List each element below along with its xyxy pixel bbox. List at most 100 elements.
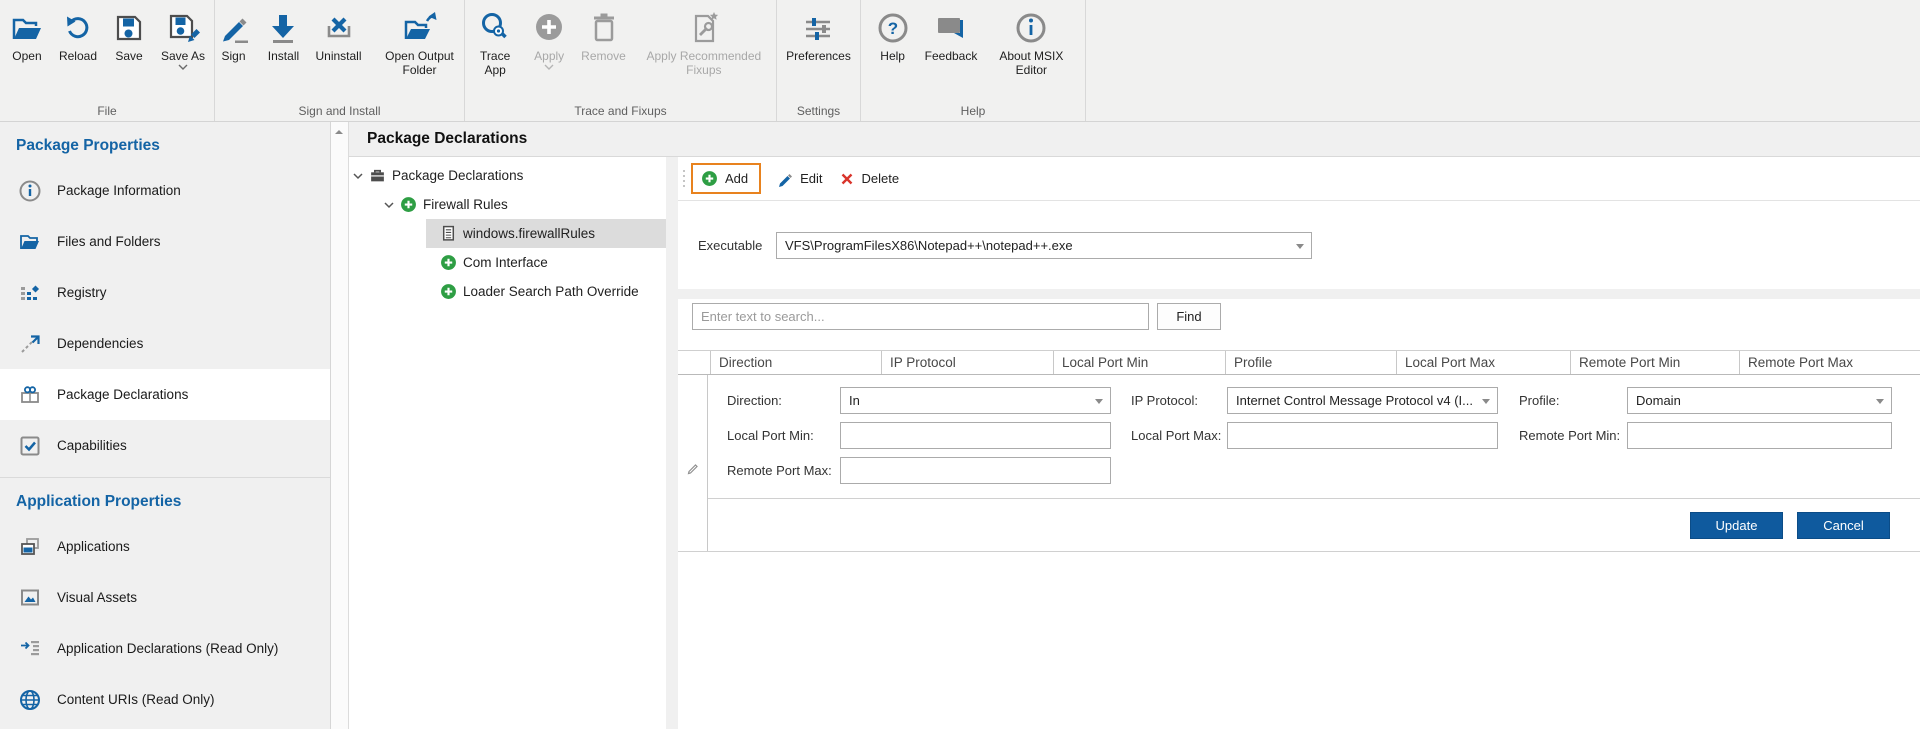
local-port-max-label: Local Port Max: (1131, 428, 1227, 443)
combo-arrow-icon (1296, 244, 1304, 249)
remove-button[interactable]: Remove (576, 8, 631, 63)
combo-arrow-icon (1876, 399, 1884, 404)
folder-icon (18, 230, 42, 254)
sidebar-item-application-declarations[interactable]: Application Declarations (Read Only) (0, 623, 330, 674)
column-header-direction[interactable]: Direction (710, 351, 881, 374)
delete-button[interactable]: Delete (839, 171, 900, 187)
group-label-trace-fixups: Trace and Fixups (465, 104, 776, 118)
document-icon (440, 225, 457, 242)
apply-button[interactable]: Apply (526, 8, 572, 70)
add-button[interactable]: Add (691, 163, 761, 194)
open-output-folder-button[interactable]: Open Output Folder (371, 8, 469, 77)
column-header-remote-port-max[interactable]: Remote Port Max (1739, 351, 1920, 374)
remote-port-max-input[interactable] (840, 457, 1111, 484)
local-port-min-input[interactable] (840, 422, 1111, 449)
executable-combobox[interactable]: VFS\ProgramFilesX86\Notepad++\notepad++.… (776, 232, 1312, 259)
applications-icon (18, 535, 42, 559)
column-header-local-port-min[interactable]: Local Port Min (1053, 351, 1225, 374)
sidebar-item-capabilities[interactable]: Capabilities (0, 420, 330, 471)
install-button[interactable]: Install (260, 8, 306, 63)
scroll-up-icon[interactable] (332, 125, 346, 139)
form-buttons: Update Cancel (708, 498, 1920, 551)
direction-label: Direction: (727, 393, 840, 408)
column-header-profile[interactable]: Profile (1225, 351, 1396, 374)
rule-edit-row: Direction: In IP Protocol: Internet Cont… (678, 375, 1920, 552)
save-as-icon (165, 10, 201, 46)
edit-button[interactable]: Edit (777, 171, 822, 187)
install-arrow-icon (265, 10, 301, 46)
sign-pencil-icon (215, 10, 251, 46)
tree-node-windows-firewallrules[interactable]: windows.firewallRules (426, 219, 666, 248)
trace-app-button[interactable]: Trace App (468, 8, 522, 77)
column-header-remote-port-min[interactable]: Remote Port Min (1570, 351, 1739, 374)
sidebar-item-applications[interactable]: Applications (0, 521, 330, 572)
app-declarations-icon (18, 637, 42, 661)
local-port-max-input[interactable] (1227, 422, 1498, 449)
profile-combobox[interactable]: Domain (1627, 387, 1892, 414)
add-node-icon (440, 283, 457, 300)
sidebar-item-files-and-folders[interactable]: Files and Folders (0, 216, 330, 267)
edit-pencil-icon (777, 171, 793, 187)
svg-text:?: ? (887, 19, 897, 38)
open-button[interactable]: Open (4, 8, 50, 63)
ip-protocol-combobox[interactable]: Internet Control Message Protocol v4 (I.… (1227, 387, 1498, 414)
rules-grid-section: Find Direction IP Protocol Local Port Mi… (678, 299, 1920, 729)
toolbar-drag-handle[interactable] (683, 170, 685, 187)
fixups-icon (686, 10, 722, 46)
toolbox-icon (369, 167, 386, 184)
find-button[interactable]: Find (1157, 303, 1221, 330)
chevron-expanded-icon[interactable] (352, 170, 364, 182)
sidebar-item-package-declarations[interactable]: Package Declarations (0, 369, 330, 420)
executable-row: Executable VFS\ProgramFilesX86\Notepad++… (678, 201, 1920, 289)
group-label-settings: Settings (777, 104, 860, 118)
help-icon: ? (875, 10, 911, 46)
column-header-local-port-max[interactable]: Local Port Max (1396, 351, 1570, 374)
sidebar-item-visual-assets[interactable]: Visual Assets (0, 572, 330, 623)
chevron-expanded-icon[interactable] (383, 199, 395, 211)
executable-label: Executable (698, 238, 768, 253)
row-selector-header (678, 351, 710, 374)
remote-port-min-label: Remote Port Min: (1519, 428, 1627, 443)
sidebar-item-registry[interactable]: Registry (0, 267, 330, 318)
group-label-file: File (0, 104, 214, 118)
visual-assets-icon (18, 586, 42, 610)
save-button[interactable]: Save (106, 8, 152, 63)
search-input[interactable] (692, 303, 1149, 330)
apply-recommended-fixups-button[interactable]: Apply Recommended Fixups (635, 8, 773, 77)
about-button[interactable]: About MSIX Editor (986, 8, 1076, 77)
sidebar-item-dependencies[interactable]: Dependencies (0, 318, 330, 369)
uninstall-button[interactable]: Uninstall (310, 8, 366, 63)
save-icon (111, 10, 147, 46)
ribbon: Open Reload Save Save As File Sign (0, 0, 1920, 122)
preferences-button[interactable]: Preferences (781, 8, 856, 63)
ribbon-group-settings: Preferences Settings (777, 0, 861, 121)
direction-combobox[interactable]: In (840, 387, 1111, 414)
uninstall-icon (321, 10, 357, 46)
tree-node-com-interface[interactable]: Com Interface (349, 248, 666, 277)
panel-gap (666, 157, 678, 729)
group-label-sign-install: Sign and Install (215, 104, 464, 118)
sign-button[interactable]: Sign (210, 8, 256, 63)
save-as-button[interactable]: Save As (156, 8, 210, 70)
remote-port-min-input[interactable] (1627, 422, 1892, 449)
cancel-button[interactable]: Cancel (1797, 512, 1890, 539)
feedback-button[interactable]: Feedback (920, 8, 983, 63)
combo-arrow-icon (1482, 399, 1490, 404)
declarations-tree: Package Declarations Firewall Rules wind… (349, 157, 666, 729)
registry-icon (18, 281, 42, 305)
sidebar-scrollbar[interactable] (331, 122, 349, 729)
dependencies-icon (18, 332, 42, 356)
tree-node-loader-search-path-override[interactable]: Loader Search Path Override (349, 277, 666, 306)
update-button[interactable]: Update (1690, 512, 1783, 539)
tree-node-firewall-rules[interactable]: Firewall Rules (349, 190, 666, 219)
tree-node-package-declarations[interactable]: Package Declarations (349, 161, 666, 190)
sidebar-item-package-information[interactable]: Package Information (0, 165, 330, 216)
ribbon-group-help: ? Help Feedback About MSIX Editor Help (861, 0, 1086, 121)
sidebar-item-content-uris[interactable]: Content URIs (Read Only) (0, 674, 330, 725)
ribbon-spacer (1086, 0, 1920, 121)
help-button[interactable]: ? Help (870, 8, 916, 63)
ribbon-group-sign-install: Sign Install Uninstall Open Output Folde… (215, 0, 465, 121)
group-label-help: Help (861, 104, 1085, 118)
reload-button[interactable]: Reload (54, 8, 102, 63)
column-header-ip-protocol[interactable]: IP Protocol (881, 351, 1053, 374)
